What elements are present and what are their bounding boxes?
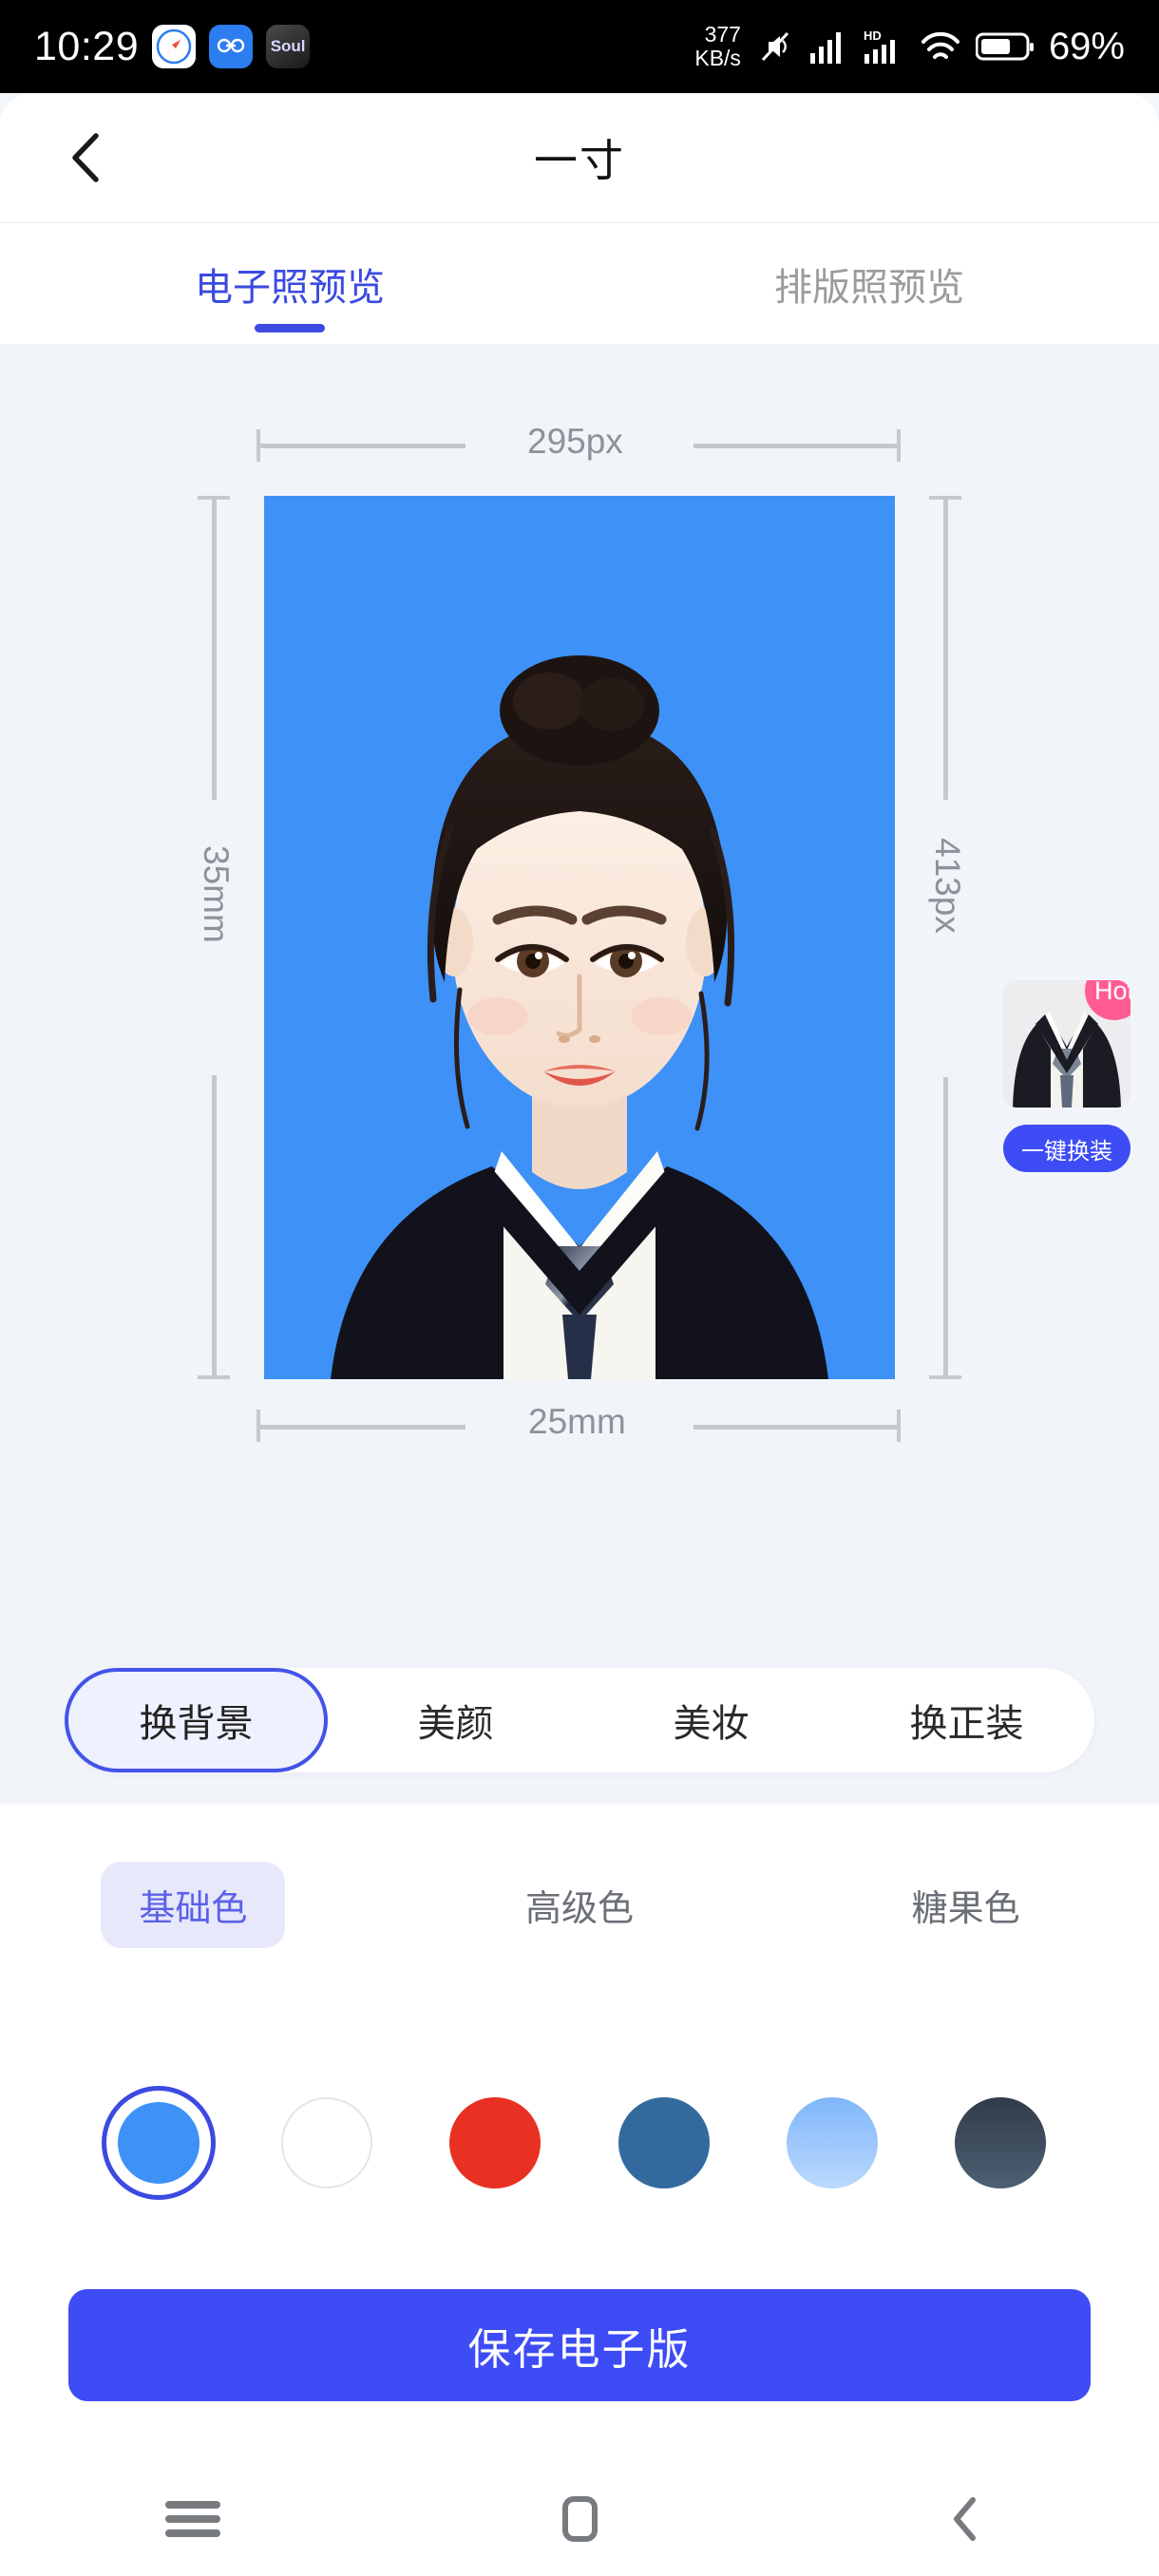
network-speed-unit: KB/s: [694, 46, 741, 70]
battery-icon: [975, 30, 1035, 63]
ruler-tick: [897, 1410, 901, 1442]
color-category-basic[interactable]: 基础色: [0, 1862, 387, 1948]
tab-label: 电子照预览: [195, 266, 385, 309]
swatch-fill: [117, 2102, 200, 2184]
outfit-change-widget[interactable]: Hot 一键换装: [1003, 980, 1130, 1172]
save-electronic-version-button[interactable]: 保存电子版: [68, 2289, 1091, 2401]
color-swatch-list: [0, 2086, 1159, 2200]
color-swatch-light-blue[interactable]: [748, 2086, 916, 2200]
color-swatch-red[interactable]: [411, 2086, 580, 2200]
swatch-ring: [101, 2086, 216, 2200]
suit-thumbnail[interactable]: Hot: [1003, 980, 1130, 1108]
segment-beauty[interactable]: 美颜: [328, 1668, 583, 1772]
ruler-line: [256, 444, 466, 448]
swatch-fill: [280, 2097, 372, 2188]
color-category-advanced[interactable]: 高级色: [387, 1862, 773, 1948]
mute-icon: [753, 26, 795, 67]
edit-tools-segmented-control: 换背景 美颜 美妆 换正装: [65, 1668, 1094, 1772]
chevron-left-icon: [72, 133, 99, 182]
photo-preview-stage: 295px 35mm 413px 25mm Hot 一键换装: [0, 344, 1159, 1803]
page-title: 一寸: [534, 136, 625, 185]
id-photo-preview[interactable]: [264, 496, 895, 1379]
color-category-tabs: 基础色 高级色 糖果色: [0, 1862, 1159, 1948]
ruler-line: [256, 1425, 466, 1430]
swatch-fill: [786, 2097, 878, 2188]
status-bar-clock: 10:29: [34, 23, 140, 69]
chevron-left-icon: [953, 2497, 976, 2541]
preview-tabs: 电子照预览 排版照预览: [0, 223, 1159, 344]
hd-icon: HD: [862, 28, 905, 66]
battery-percent: 69%: [1048, 25, 1125, 67]
blue-infinity-icon: [209, 25, 254, 68]
status-bar-right: 377 KB/s HD 69%: [694, 23, 1125, 70]
wifi-icon: [918, 28, 963, 66]
color-swatch-blue[interactable]: [74, 2086, 242, 2200]
swatch-ring: [270, 2086, 384, 2200]
swatch-fill: [449, 2097, 542, 2188]
svg-text:HD: HD: [864, 28, 882, 43]
phone-screen: 10:29 Soul 377 KB/s HD 69% 一寸 电子照预览 排版照预…: [0, 0, 1159, 2576]
ruler-tick: [897, 429, 901, 462]
ruler-tick: [198, 1375, 230, 1379]
dimension-width-px: 295px: [527, 422, 623, 461]
color-swatch-steel-blue[interactable]: [580, 2086, 748, 2200]
dimension-width-mm: 25mm: [528, 1402, 626, 1441]
ruler-line: [212, 1075, 217, 1379]
portrait-image: [264, 496, 895, 1379]
tab-label: 排版照预览: [774, 266, 964, 309]
color-swatch-white[interactable]: [242, 2086, 410, 2200]
segment-change-background[interactable]: 换背景: [65, 1668, 328, 1772]
swatch-ring: [943, 2086, 1057, 2200]
ruler-line: [212, 496, 217, 800]
nav-recents-button[interactable]: [0, 2494, 387, 2544]
swatch-ring: [607, 2086, 721, 2200]
network-speed-value: 377: [704, 22, 741, 47]
tab-active-indicator: [255, 324, 325, 332]
tab-layout-photo-preview[interactable]: 排版照预览: [580, 223, 1159, 344]
color-category-label: 基础色: [101, 1862, 286, 1948]
one-click-change-outfit-button[interactable]: 一键换装: [1003, 1125, 1130, 1172]
network-speed: 377 KB/s: [694, 23, 741, 70]
signal-bars-icon: [808, 28, 849, 66]
safari-icon: [152, 25, 197, 68]
color-category-label: 高级色: [525, 1889, 635, 1929]
segment-makeup[interactable]: 美妆: [583, 1668, 839, 1772]
swatch-ring: [775, 2086, 889, 2200]
status-bar: 10:29 Soul 377 KB/s HD 69%: [0, 0, 1159, 93]
color-category-candy[interactable]: 糖果色: [772, 1862, 1159, 1948]
home-square-icon: [562, 2496, 598, 2542]
soul-app-icon: Soul: [266, 25, 311, 68]
status-bar-left: 10:29 Soul: [34, 23, 311, 70]
ruler-tick: [929, 1375, 961, 1379]
ruler-line: [694, 1425, 899, 1430]
segment-change-formal-wear[interactable]: 换正装: [839, 1668, 1094, 1772]
swatch-ring: [438, 2086, 552, 2200]
ruler-line: [943, 496, 948, 800]
nav-back-button[interactable]: [772, 2492, 1159, 2546]
swatch-fill: [618, 2097, 710, 2188]
swatch-fill: [955, 2097, 1047, 2188]
nav-home-button[interactable]: [387, 2490, 773, 2548]
app-header: 一寸: [0, 93, 1159, 223]
menu-icon: [165, 2494, 221, 2544]
ruler-line: [694, 444, 899, 448]
back-button[interactable]: [55, 124, 122, 191]
color-swatch-dark-slate[interactable]: [917, 2086, 1085, 2200]
dimension-height-mm: 35mm: [197, 845, 236, 943]
color-category-label: 糖果色: [911, 1889, 1020, 1929]
tab-electronic-photo-preview[interactable]: 电子照预览: [0, 223, 580, 344]
android-nav-bar: [0, 2462, 1159, 2576]
dimension-height-px: 413px: [928, 838, 967, 934]
ruler-line: [943, 1077, 948, 1379]
